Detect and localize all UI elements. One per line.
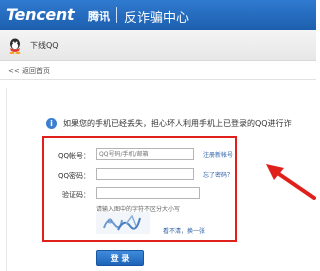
tencent-logo-text[interactable]: Tencent	[6, 5, 75, 24]
login-button[interactable]: 登 录	[96, 250, 144, 266]
back-to-home-link[interactable]: << 返回首页	[8, 66, 50, 76]
qq-password-label: QQ密码：	[57, 172, 90, 180]
red-pointer-arrow-icon	[266, 164, 316, 200]
qq-penguin-icon	[9, 38, 21, 54]
captcha-image[interactable]	[96, 212, 150, 234]
lost-phone-notice: 如果您的手机已经丢失，担心坏人利用手机上已登录的QQ进行诈	[63, 119, 292, 128]
qq-account-input[interactable]	[96, 148, 194, 160]
info-icon: i	[46, 118, 57, 129]
page-title: 反诈骗中心	[124, 11, 190, 26]
qq-offline-label[interactable]: 下线QQ	[30, 40, 59, 51]
header-divider	[116, 7, 117, 23]
forgot-password-link[interactable]: 忘了密码？	[203, 170, 233, 179]
captcha-input[interactable]	[96, 187, 200, 199]
content-left-border	[6, 88, 7, 271]
captcha-refresh-link[interactable]: 看不清，换一张	[163, 226, 205, 235]
qq-password-input[interactable]	[96, 168, 194, 180]
tencent-logo-chinese: 腾讯	[88, 10, 110, 23]
section-divider	[0, 79, 316, 80]
captcha-label: 验证码：	[62, 191, 90, 199]
register-account-link[interactable]: 注册新帐号	[203, 150, 233, 159]
qq-account-label: QQ帐号：	[57, 152, 90, 160]
